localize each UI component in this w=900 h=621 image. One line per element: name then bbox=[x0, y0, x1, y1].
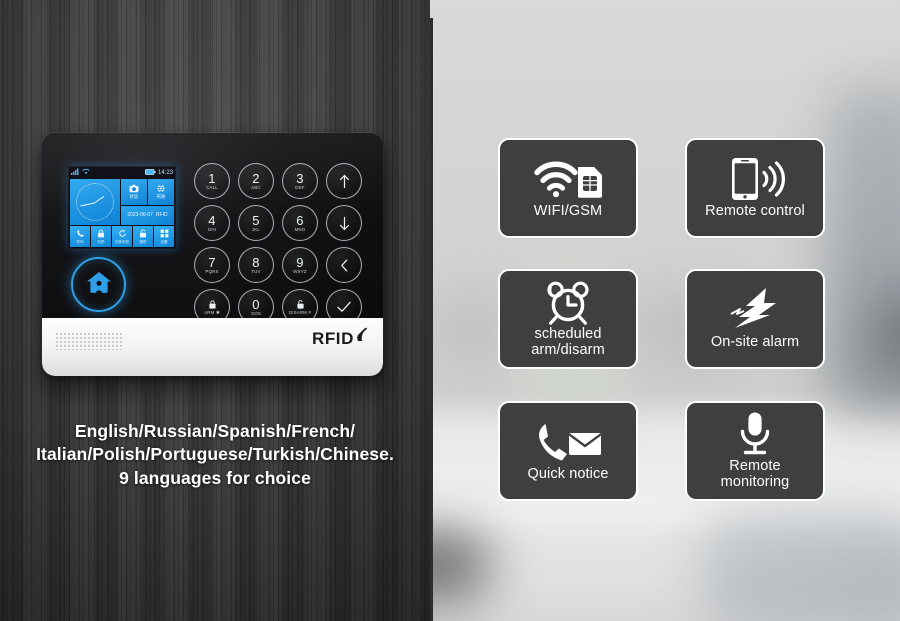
product-feature-banner: 14:23 状态 布防 2023-06-07 RFID 呼叫 布防 在家布防 撤… bbox=[0, 0, 900, 621]
lcd-fn-home-arm[interactable]: 在家布防 bbox=[112, 226, 132, 247]
house-icon bbox=[86, 270, 112, 299]
unlock-small-icon bbox=[296, 299, 305, 310]
lcd-fn-call-label: 呼叫 bbox=[76, 239, 84, 244]
camera-icon bbox=[129, 184, 139, 194]
lock-icon bbox=[97, 229, 105, 239]
feature-card-remote-monitoring-label: Remote monitoring bbox=[720, 458, 790, 490]
lcd-tile-status-label: 状态 bbox=[129, 193, 139, 199]
chevron-left-icon bbox=[338, 258, 351, 273]
right-interior-background: WIFI/GSM Remote control scheduled arm/di… bbox=[430, 0, 900, 621]
key-7[interactable]: 7 PQRS bbox=[194, 247, 230, 283]
check-icon bbox=[336, 300, 352, 314]
grid-icon bbox=[160, 229, 169, 239]
speaker-grille bbox=[55, 332, 123, 350]
arrow-down-icon bbox=[338, 216, 351, 231]
feature-card-quick-notice-label: Quick notice bbox=[527, 466, 609, 483]
microphone-icon bbox=[737, 411, 773, 457]
alarm-clock-icon bbox=[542, 279, 594, 326]
key-back[interactable] bbox=[326, 247, 362, 283]
phone-envelope-icon bbox=[532, 419, 604, 465]
lcd-fn-disarm[interactable]: 撤防 bbox=[133, 226, 153, 247]
language-caption-line-1: English/Russian/Spanish/French/ bbox=[74, 421, 356, 441]
key-1[interactable]: 1 CALL bbox=[194, 163, 230, 199]
key-8[interactable]: 8 TUV bbox=[238, 247, 274, 283]
language-caption: English/Russian/Spanish/French/ Italian/… bbox=[0, 420, 430, 490]
lcd-fn-settings[interactable]: 设置 bbox=[154, 226, 174, 247]
wifi-sim-icon bbox=[532, 156, 604, 202]
feature-card-remote-control[interactable]: Remote control bbox=[685, 138, 825, 238]
feature-card-on-site-alarm[interactable]: On-site alarm bbox=[685, 269, 825, 369]
device-lower-strip: RFID bbox=[42, 318, 383, 376]
lcd-info-bar: 2023-06-07 RFID bbox=[120, 205, 174, 225]
lcd-clock-time: 14:23 bbox=[157, 169, 173, 176]
lcd-analog-clock bbox=[70, 179, 120, 225]
lock-small-icon bbox=[208, 299, 217, 310]
feature-card-quick-notice[interactable]: Quick notice bbox=[498, 401, 638, 501]
language-caption-line-3: 9 languages for choice bbox=[119, 467, 311, 488]
refresh-icon bbox=[118, 229, 127, 239]
lcd-fn-arm-label: 布防 bbox=[97, 239, 105, 244]
feature-card-wifi-gsm[interactable]: WIFI/GSM bbox=[498, 138, 638, 238]
home-button[interactable] bbox=[71, 257, 126, 312]
arrow-up-icon bbox=[338, 174, 351, 189]
phone-icon bbox=[76, 229, 85, 239]
signal-bars-icon bbox=[71, 168, 80, 177]
key-down[interactable] bbox=[326, 205, 362, 241]
rfid-wave-icon bbox=[355, 326, 370, 346]
feature-card-scheduled-arm[interactable]: scheduled arm/disarm bbox=[498, 269, 638, 369]
feature-card-scheduled-arm-label: scheduled arm/disarm bbox=[531, 326, 605, 358]
key-up[interactable] bbox=[326, 163, 362, 199]
lcd-tile-arm-label: 布防 bbox=[156, 193, 166, 199]
lcd-fn-disarm-label: 撤防 bbox=[139, 239, 147, 244]
lcd-fn-settings-label: 设置 bbox=[160, 239, 168, 244]
key-6[interactable]: 6 MNO bbox=[282, 205, 318, 241]
feature-card-remote-control-label: Remote control bbox=[705, 203, 805, 220]
alarm-control-panel: 14:23 状态 布防 2023-06-07 RFID 呼叫 布防 在家布防 撤… bbox=[42, 133, 383, 376]
feature-card-wifi-gsm-label: WIFI/GSM bbox=[533, 203, 603, 220]
lcd-content: 状态 布防 2023-06-07 RFID 呼叫 布防 在家布防 撤防 设置 bbox=[69, 178, 175, 248]
lcd-tile-status[interactable]: 状态 bbox=[120, 179, 147, 205]
rfid-label: RFID bbox=[311, 329, 354, 348]
lcd-tile-arm[interactable]: 布防 bbox=[147, 179, 174, 205]
lcd-info-value: RFID bbox=[155, 212, 168, 219]
unlock-icon bbox=[139, 228, 147, 239]
key-2[interactable]: 2 ABC bbox=[238, 163, 274, 199]
siren-burst-icon bbox=[726, 287, 784, 333]
phone-signal-icon bbox=[722, 156, 788, 202]
feature-card-grid: WIFI/GSM Remote control scheduled arm/di… bbox=[430, 0, 900, 621]
lcd-fn-arm[interactable]: 布防 bbox=[91, 226, 111, 247]
lcd-function-row: 呼叫 布防 在家布防 撤防 设置 bbox=[70, 226, 174, 247]
key-4[interactable]: 4 GHI bbox=[194, 205, 230, 241]
key-3[interactable]: 3 DEF bbox=[282, 163, 318, 199]
lcd-fn-call[interactable]: 呼叫 bbox=[70, 226, 90, 247]
feature-card-on-site-alarm-label: On-site alarm bbox=[710, 334, 800, 351]
feature-card-remote-monitoring[interactable]: Remote monitoring bbox=[685, 401, 825, 501]
globe-icon bbox=[156, 184, 166, 194]
lcd-status-bar: 14:23 bbox=[69, 167, 175, 178]
key-5[interactable]: 5 JKL bbox=[238, 205, 274, 241]
lcd-info-date: 2023-06-07 bbox=[127, 212, 153, 219]
lcd-fn-home-arm-label: 在家布防 bbox=[114, 239, 130, 244]
keypad: 1 CALL 2 ABC 3 DEF 4 GHI 5 JKL 6 MNO 7 P… bbox=[194, 163, 364, 325]
language-caption-line-2: Italian/Polish/Portuguese/Turkish/Chines… bbox=[36, 444, 394, 465]
battery-icon bbox=[145, 168, 157, 177]
lcd-display: 14:23 状态 布防 2023-06-07 RFID 呼叫 布防 在家布防 撤… bbox=[68, 166, 176, 249]
rfid-logo: RFID bbox=[311, 327, 370, 348]
key-9[interactable]: 9 WXYZ bbox=[282, 247, 318, 283]
device-face: 14:23 状态 布防 2023-06-07 RFID 呼叫 布防 在家布防 撤… bbox=[42, 133, 383, 325]
wifi-icon bbox=[81, 168, 90, 177]
